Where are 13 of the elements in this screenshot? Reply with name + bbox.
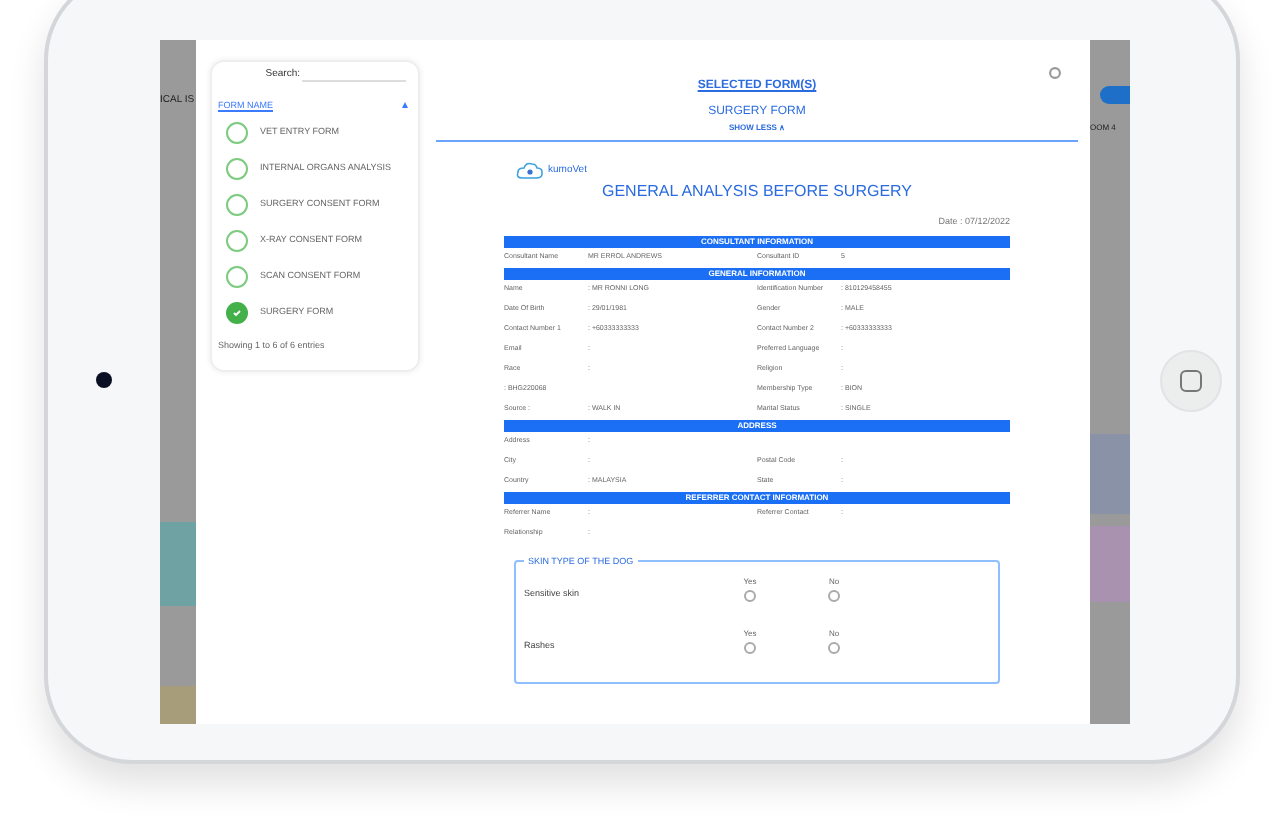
radio-button[interactable] — [828, 590, 840, 603]
check-icon — [232, 308, 242, 319]
radio-button[interactable] — [744, 642, 756, 655]
list-row — [1090, 526, 1130, 602]
close-icon[interactable] — [1048, 66, 1062, 80]
sort-arrow-icon[interactable] — [402, 102, 408, 109]
list-row — [160, 686, 196, 724]
radio-button[interactable] — [744, 590, 756, 603]
list-row — [160, 522, 196, 607]
cloud-logo-icon — [516, 162, 544, 180]
radio-button[interactable] — [828, 642, 840, 655]
document-title: GENERAL ANALYSIS BEFORE SURGERY — [599, 180, 914, 204]
list-row — [1090, 434, 1130, 514]
